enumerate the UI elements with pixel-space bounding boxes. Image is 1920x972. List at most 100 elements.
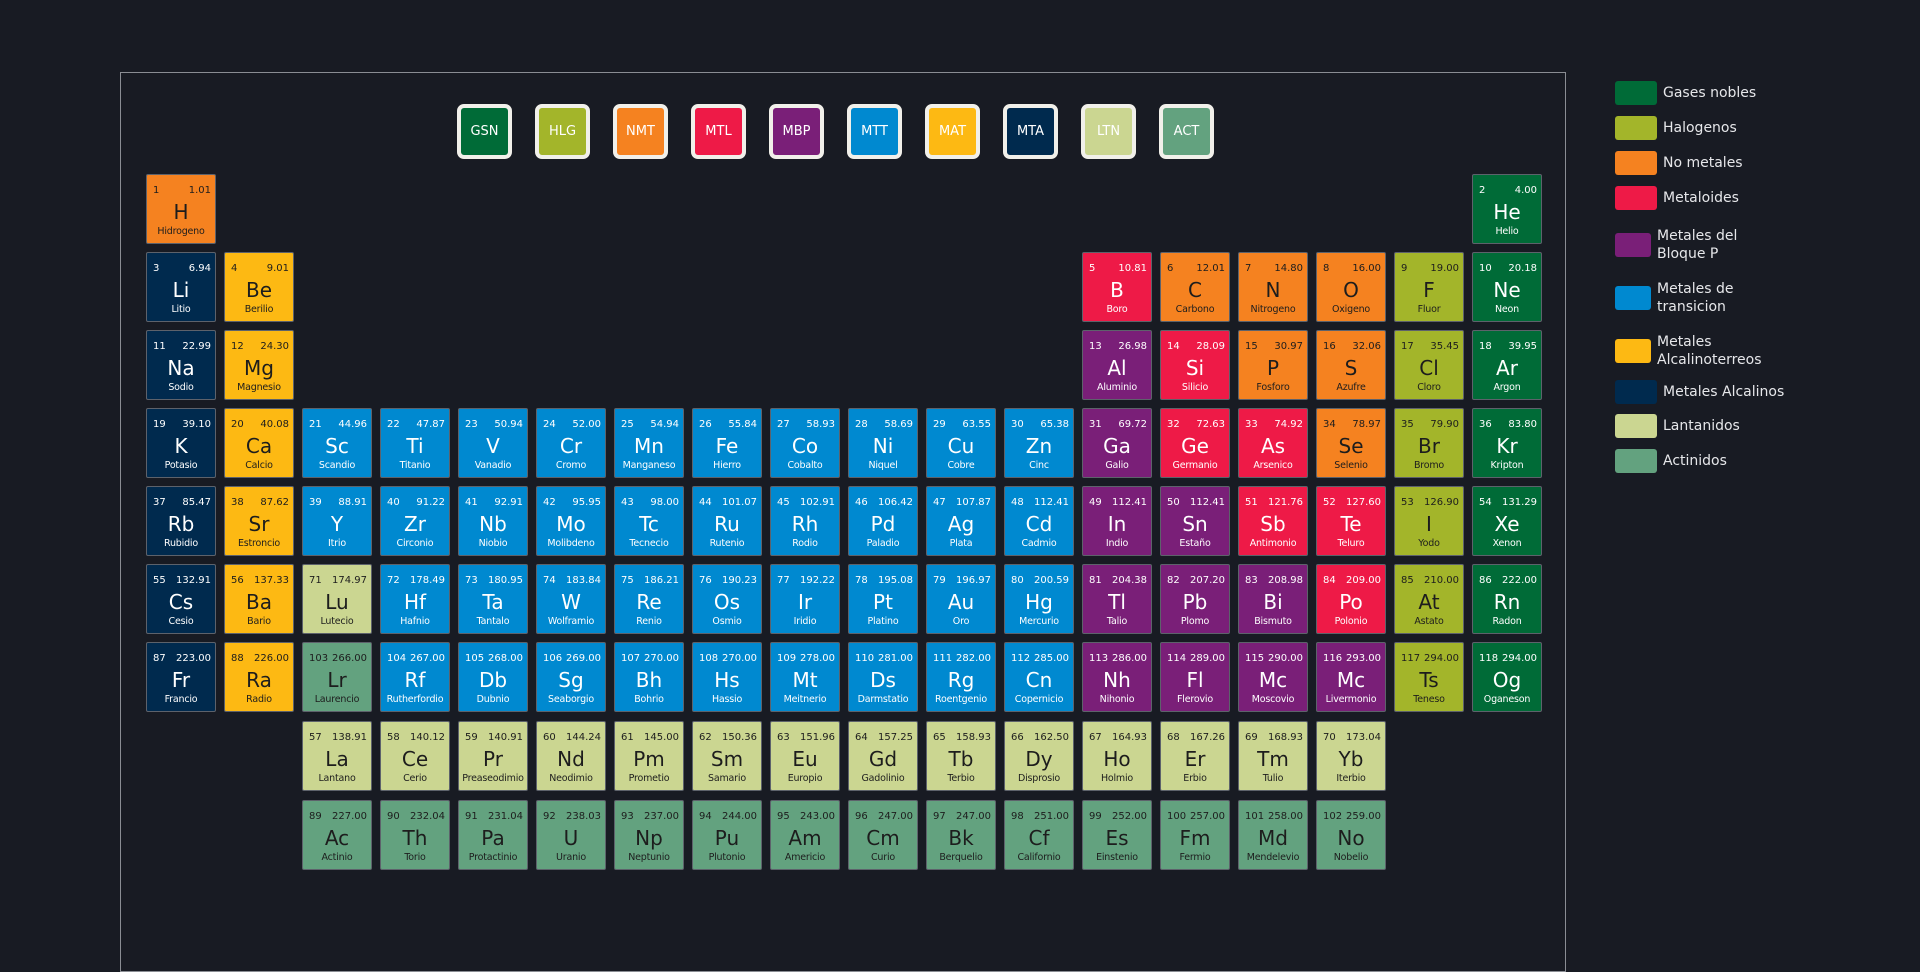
element-cell-cl-17[interactable]: 17 35.45 Cl Cloro bbox=[1394, 330, 1464, 400]
element-cell-ds-110[interactable]: 110 281.00 Ds Darmstatio bbox=[848, 642, 918, 712]
element-cell-u-92[interactable]: 92 238.03 U Uranio bbox=[536, 800, 606, 870]
element-cell-s-16[interactable]: 16 32.06 S Azufre bbox=[1316, 330, 1386, 400]
element-cell-k-19[interactable]: 19 39.10 K Potasio bbox=[146, 408, 216, 478]
element-cell-ne-10[interactable]: 10 20.18 Ne Neon bbox=[1472, 252, 1542, 322]
element-cell-pr-59[interactable]: 59 140.91 Pr Preaseodimio bbox=[458, 721, 528, 791]
element-cell-re-75[interactable]: 75 186.21 Re Renio bbox=[614, 564, 684, 634]
element-cell-o-8[interactable]: 8 16.00 O Oxigeno bbox=[1316, 252, 1386, 322]
category-button-mat[interactable]: MAT bbox=[925, 104, 980, 159]
element-cell-ir-77[interactable]: 77 192.22 Ir Iridio bbox=[770, 564, 840, 634]
element-cell-fr-87[interactable]: 87 223.00 Fr Francio bbox=[146, 642, 216, 712]
element-cell-nd-60[interactable]: 60 144.24 Nd Neodimio bbox=[536, 721, 606, 791]
element-cell-rh-45[interactable]: 45 102.91 Rh Rodio bbox=[770, 486, 840, 556]
element-cell-kr-36[interactable]: 36 83.80 Kr Kripton bbox=[1472, 408, 1542, 478]
category-button-mtl[interactable]: MTL bbox=[691, 104, 746, 159]
element-cell-mo-42[interactable]: 42 95.95 Mo Molibdeno bbox=[536, 486, 606, 556]
element-cell-pm-61[interactable]: 61 145.00 Pm Prometio bbox=[614, 721, 684, 791]
element-cell-rf-104[interactable]: 104 267.00 Rf Rutherfordio bbox=[380, 642, 450, 712]
element-cell-he-2[interactable]: 2 4.00 He Helio bbox=[1472, 174, 1542, 244]
element-cell-sr-38[interactable]: 38 87.62 Sr Estroncio bbox=[224, 486, 294, 556]
element-cell-co-27[interactable]: 27 58.93 Co Cobalto bbox=[770, 408, 840, 478]
element-cell-w-74[interactable]: 74 183.84 W Wolframio bbox=[536, 564, 606, 634]
category-button-mbp[interactable]: MBP bbox=[769, 104, 824, 159]
element-cell-pa-91[interactable]: 91 231.04 Pa Protactinio bbox=[458, 800, 528, 870]
element-cell-np-93[interactable]: 93 237.00 Np Neptunio bbox=[614, 800, 684, 870]
element-cell-xe-54[interactable]: 54 131.29 Xe Xenon bbox=[1472, 486, 1542, 556]
element-cell-pt-78[interactable]: 78 195.08 Pt Platino bbox=[848, 564, 918, 634]
element-cell-lr-103[interactable]: 103 266.00 Lr Laurencio bbox=[302, 642, 372, 712]
element-cell-sm-62[interactable]: 62 150.36 Sm Samario bbox=[692, 721, 762, 791]
element-cell-yb-70[interactable]: 70 173.04 Yb Iterbio bbox=[1316, 721, 1386, 791]
element-cell-eu-63[interactable]: 63 151.96 Eu Europio bbox=[770, 721, 840, 791]
element-cell-fe-26[interactable]: 26 55.84 Fe Hierro bbox=[692, 408, 762, 478]
element-cell-c-6[interactable]: 6 12.01 C Carbono bbox=[1160, 252, 1230, 322]
element-cell-ce-58[interactable]: 58 140.12 Ce Cerio bbox=[380, 721, 450, 791]
element-cell-at-85[interactable]: 85 210.00 At Astato bbox=[1394, 564, 1464, 634]
element-cell-am-95[interactable]: 95 243.00 Am Americio bbox=[770, 800, 840, 870]
element-cell-hg-80[interactable]: 80 200.59 Hg Mercurio bbox=[1004, 564, 1074, 634]
element-cell-os-76[interactable]: 76 190.23 Os Osmio bbox=[692, 564, 762, 634]
element-cell-as-33[interactable]: 33 74.92 As Arsenico bbox=[1238, 408, 1308, 478]
element-cell-bk-97[interactable]: 97 247.00 Bk Berquelio bbox=[926, 800, 996, 870]
element-cell-tm-69[interactable]: 69 168.93 Tm Tulio bbox=[1238, 721, 1308, 791]
element-cell-ru-44[interactable]: 44 101.07 Ru Rutenio bbox=[692, 486, 762, 556]
element-cell-al-13[interactable]: 13 26.98 Al Aluminio bbox=[1082, 330, 1152, 400]
element-cell-bh-107[interactable]: 107 270.00 Bh Bohrio bbox=[614, 642, 684, 712]
element-cell-ts-117[interactable]: 117 294.00 Ts Teneso bbox=[1394, 642, 1464, 712]
element-cell-be-4[interactable]: 4 9.01 Be Berilio bbox=[224, 252, 294, 322]
element-cell-ca-20[interactable]: 20 40.08 Ca Calcio bbox=[224, 408, 294, 478]
element-cell-lu-71[interactable]: 71 174.97 Lu Lutecio bbox=[302, 564, 372, 634]
element-cell-sc-21[interactable]: 21 44.96 Sc Scandio bbox=[302, 408, 372, 478]
element-cell-sg-106[interactable]: 106 269.00 Sg Seaborgio bbox=[536, 642, 606, 712]
element-cell-nb-41[interactable]: 41 92.91 Nb Niobio bbox=[458, 486, 528, 556]
element-cell-y-39[interactable]: 39 88.91 Y Itrio bbox=[302, 486, 372, 556]
category-button-hlg[interactable]: HLG bbox=[535, 104, 590, 159]
element-cell-no-102[interactable]: 102 259.00 No Nobelio bbox=[1316, 800, 1386, 870]
element-cell-mt-109[interactable]: 109 278.00 Mt Meitnerio bbox=[770, 642, 840, 712]
element-cell-tb-65[interactable]: 65 158.93 Tb Terbio bbox=[926, 721, 996, 791]
element-cell-po-84[interactable]: 84 209.00 Po Polonio bbox=[1316, 564, 1386, 634]
element-cell-cn-112[interactable]: 112 285.00 Cn Copernicio bbox=[1004, 642, 1074, 712]
element-cell-sb-51[interactable]: 51 121.76 Sb Antimonio bbox=[1238, 486, 1308, 556]
element-cell-b-5[interactable]: 5 10.81 B Boro bbox=[1082, 252, 1152, 322]
element-cell-cr-24[interactable]: 24 52.00 Cr Cromo bbox=[536, 408, 606, 478]
element-cell-nh-113[interactable]: 113 286.00 Nh Nihonio bbox=[1082, 642, 1152, 712]
element-cell-v-23[interactable]: 23 50.94 V Vanadio bbox=[458, 408, 528, 478]
element-cell-pd-46[interactable]: 46 106.42 Pd Paladio bbox=[848, 486, 918, 556]
element-cell-zr-40[interactable]: 40 91.22 Zr Circonio bbox=[380, 486, 450, 556]
element-cell-p-15[interactable]: 15 30.97 P Fosforo bbox=[1238, 330, 1308, 400]
element-cell-er-68[interactable]: 68 167.26 Er Erbio bbox=[1160, 721, 1230, 791]
element-cell-tl-81[interactable]: 81 204.38 Tl Talio bbox=[1082, 564, 1152, 634]
element-cell-ge-32[interactable]: 32 72.63 Ge Germanio bbox=[1160, 408, 1230, 478]
category-button-act[interactable]: ACT bbox=[1159, 104, 1214, 159]
category-button-mta[interactable]: MTA bbox=[1003, 104, 1058, 159]
element-cell-ga-31[interactable]: 31 69.72 Ga Galio bbox=[1082, 408, 1152, 478]
element-cell-mc-116[interactable]: 116 293.00 Mc Livermonio bbox=[1316, 642, 1386, 712]
element-cell-te-52[interactable]: 52 127.60 Te Teluro bbox=[1316, 486, 1386, 556]
element-cell-hs-108[interactable]: 108 270.00 Hs Hassio bbox=[692, 642, 762, 712]
element-cell-cf-98[interactable]: 98 251.00 Cf Californio bbox=[1004, 800, 1074, 870]
element-cell-tc-43[interactable]: 43 98.00 Tc Tecnecio bbox=[614, 486, 684, 556]
element-cell-dy-66[interactable]: 66 162.50 Dy Disprosio bbox=[1004, 721, 1074, 791]
element-cell-db-105[interactable]: 105 268.00 Db Dubnio bbox=[458, 642, 528, 712]
element-cell-cu-29[interactable]: 29 63.55 Cu Cobre bbox=[926, 408, 996, 478]
element-cell-li-3[interactable]: 3 6.94 Li Litio bbox=[146, 252, 216, 322]
element-cell-fl-114[interactable]: 114 289.00 Fl Flerovio bbox=[1160, 642, 1230, 712]
element-cell-hf-72[interactable]: 72 178.49 Hf Hafnio bbox=[380, 564, 450, 634]
element-cell-mg-12[interactable]: 12 24.30 Mg Magnesio bbox=[224, 330, 294, 400]
category-button-ltn[interactable]: LTN bbox=[1081, 104, 1136, 159]
element-cell-au-79[interactable]: 79 196.97 Au Oro bbox=[926, 564, 996, 634]
element-cell-th-90[interactable]: 90 232.04 Th Torio bbox=[380, 800, 450, 870]
element-cell-n-7[interactable]: 7 14.80 N Nitrogeno bbox=[1238, 252, 1308, 322]
element-cell-la-57[interactable]: 57 138.91 La Lantano bbox=[302, 721, 372, 791]
element-cell-md-101[interactable]: 101 258.00 Md Mendelevio bbox=[1238, 800, 1308, 870]
element-cell-br-35[interactable]: 35 79.90 Br Bromo bbox=[1394, 408, 1464, 478]
element-cell-ra-88[interactable]: 88 226.00 Ra Radio bbox=[224, 642, 294, 712]
element-cell-sn-50[interactable]: 50 112.41 Sn Estaño bbox=[1160, 486, 1230, 556]
element-cell-ac-89[interactable]: 89 227.00 Ac Actinio bbox=[302, 800, 372, 870]
element-cell-si-14[interactable]: 14 28.09 Si Silicio bbox=[1160, 330, 1230, 400]
element-cell-pu-94[interactable]: 94 244.00 Pu Plutonio bbox=[692, 800, 762, 870]
element-cell-se-34[interactable]: 34 78.97 Se Selenio bbox=[1316, 408, 1386, 478]
element-cell-fm-100[interactable]: 100 257.00 Fm Fermio bbox=[1160, 800, 1230, 870]
element-cell-na-11[interactable]: 11 22.99 Na Sodio bbox=[146, 330, 216, 400]
